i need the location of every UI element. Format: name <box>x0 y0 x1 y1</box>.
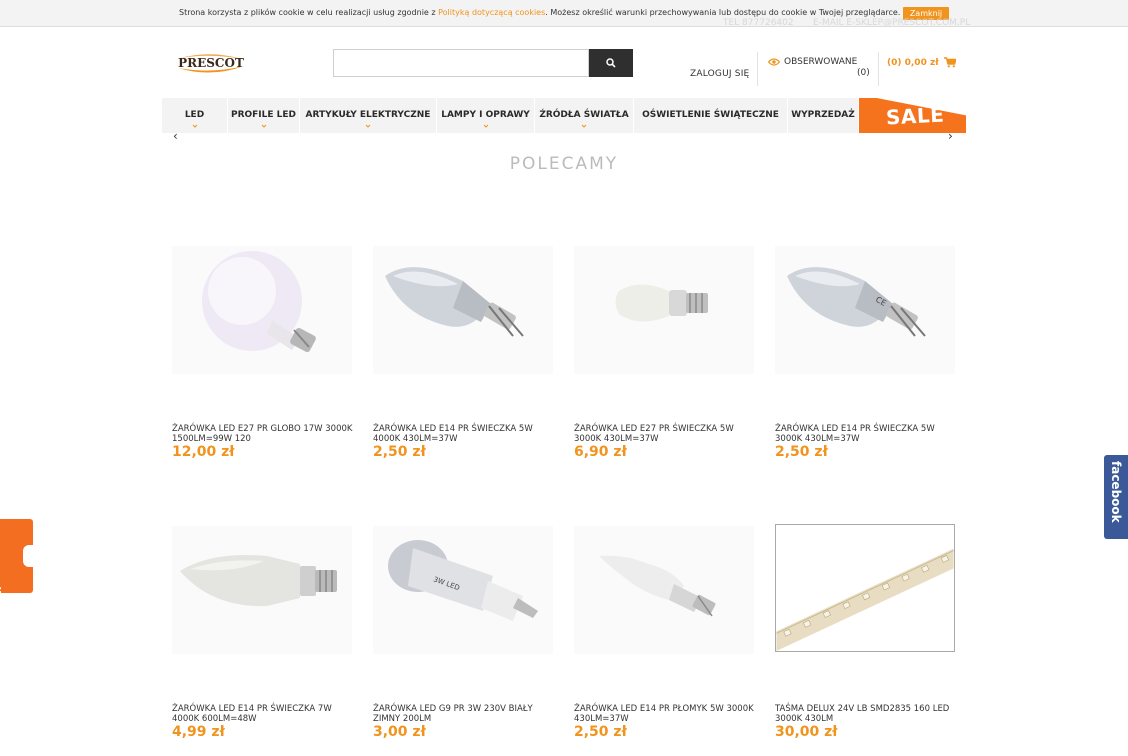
cart-link[interactable]: (0) 0,00 zł <box>887 57 956 68</box>
facebook-label: facebook <box>1109 461 1123 523</box>
chevron-down-icon <box>192 124 197 128</box>
product-card[interactable]: ŻARÓWKA LED E14 PR PŁOMYK 5W 3000K 430lm… <box>574 526 759 740</box>
nav-item-oswietlenie-swiateczne[interactable]: OŚWIETLENIE ŚWIĄTECZNE <box>634 98 788 133</box>
sale-banner[interactable]: SALE <box>859 98 966 133</box>
nav-item-artykuly-elektryczne[interactable]: ARTYKUŁY ELEKTRYCZNE <box>300 98 437 133</box>
product-card[interactable]: ŻARÓWKA LED E27 PR ŚWIECZKA 5W 3000K 430… <box>574 246 759 460</box>
product-card[interactable]: ŻARÓWKA LED E27 PR GLOBO 17W 3000K 1500l… <box>172 246 357 460</box>
product-name[interactable]: ŻARÓWKA LED E14 PR ŚWIECZKA 5W 4000K 430… <box>373 424 558 444</box>
facebook-tab[interactable]: facebook <box>1104 455 1128 539</box>
nav-label: OŚWIETLENIE ŚWIĄTECZNE <box>642 110 779 120</box>
product-card[interactable]: 3W LED ŻARÓWKA LED G9 PR 3W 230V BIAŁY Z… <box>373 526 558 740</box>
allegro-tab[interactable]: allegro <box>0 519 33 622</box>
allegro-label: allegro <box>0 579 3 623</box>
small-candle-bulb-image[interactable] <box>574 246 754 374</box>
nav-item-wyprzedaz[interactable]: WYPRZEDAŻ <box>788 98 859 133</box>
watched-link[interactable]: OBSERWOWANE <box>768 57 857 67</box>
product-name[interactable]: ŻARÓWKA LED E27 PR GLOBO 17W 3000K 1500l… <box>172 424 357 444</box>
cookie-text-end: . Możesz określić warunki przechowywania… <box>545 8 901 17</box>
cart-total: (0) 0,00 zł <box>887 57 939 68</box>
nav-label: WYPRZEDAŻ <box>791 110 855 120</box>
search-icon <box>606 58 616 68</box>
product-price: 12,00 zł <box>172 444 235 460</box>
main-nav: LED PROFILE LED ARTYKUŁY ELEKTRYCZNE LAM… <box>162 98 966 133</box>
nav-item-led[interactable]: LED <box>162 98 228 133</box>
cookie-policy-link[interactable]: Polityką dotyczącą cookies <box>438 8 545 17</box>
search-input[interactable] <box>333 49 589 77</box>
login-link[interactable]: ZALOGUJ SIĘ <box>690 69 749 79</box>
product-price: 4,99 zł <box>172 724 225 740</box>
watched-label: OBSERWOWANE <box>784 57 858 67</box>
carousel-next-arrow[interactable]: › <box>948 129 953 143</box>
carousel-prev-arrow[interactable]: ‹ <box>173 129 178 143</box>
g9-bulb-image[interactable]: 3W LED <box>373 526 553 654</box>
product-price: 30,00 zł <box>775 724 838 740</box>
nav-label: ŹRÓDŁA ŚWIATŁA <box>539 110 629 120</box>
header-divider <box>757 52 758 86</box>
candle-bulb-ce-image[interactable]: CE <box>775 246 955 374</box>
logo-text: PRESCOT <box>178 56 244 70</box>
product-name[interactable]: ŻARÓWKA LED E14 PR ŚWIECZKA 7W 4000K 600… <box>172 704 357 724</box>
led-strip-image[interactable] <box>775 524 955 652</box>
contact-phone: TEL 877726402 <box>723 18 794 28</box>
nav-item-lampy-i-oprawy[interactable]: LAMPY I OPRAWY <box>437 98 535 133</box>
candle-bulb-7w-image[interactable] <box>172 526 352 654</box>
allegro-dots-icon <box>23 545 33 567</box>
prescot-logo[interactable]: PRESCOT <box>176 52 246 76</box>
chevron-down-icon <box>365 124 371 128</box>
product-name[interactable]: ŻARÓWKA LED G9 PR 3W 230V BIAŁY ZIMNY 20… <box>373 704 558 724</box>
contact-email[interactable]: E-MAIL E-SKLEP@PRESCOT.COM.PL <box>813 18 970 28</box>
sale-label: SALE <box>885 102 945 130</box>
globe-bulb-image[interactable] <box>172 246 352 374</box>
product-name[interactable]: TAŚMA DELUX 24V LB SMD2835 160 LED 3000K… <box>775 704 960 724</box>
chevron-down-icon <box>581 124 587 128</box>
nav-item-zrodla-swiatla[interactable]: ŹRÓDŁA ŚWIATŁA <box>535 98 634 133</box>
section-title: POLECAMY <box>509 154 619 174</box>
header-divider <box>878 52 879 86</box>
cart-icon <box>943 57 956 68</box>
cookie-notice: Strona korzysta z plików cookie w celu r… <box>179 8 900 17</box>
product-price: 6,90 zł <box>574 444 627 460</box>
eye-icon <box>768 58 780 66</box>
product-price: 3,00 zł <box>373 724 426 740</box>
cookie-text: Strona korzysta z plików cookie w celu r… <box>179 8 439 17</box>
chevron-down-icon <box>261 124 266 128</box>
product-name[interactable]: ŻARÓWKA LED E14 PR PŁOMYK 5W 3000K 430lm… <box>574 704 759 724</box>
product-price: 2,50 zł <box>775 444 828 460</box>
chevron-down-icon <box>483 124 488 128</box>
nav-item-profile-led[interactable]: PROFILE LED <box>228 98 300 133</box>
product-price: 2,50 zł <box>373 444 426 460</box>
nav-label: LAMPY I OPRAWY <box>441 110 530 120</box>
nav-label: LED <box>184 110 205 120</box>
product-card[interactable]: CE ŻARÓWKA LED E14 PR ŚWIECZKA 5W 3000K … <box>775 246 960 460</box>
flame-bulb-image[interactable] <box>574 526 754 654</box>
product-card[interactable]: TAŚMA DELUX 24V LB SMD2835 160 LED 3000K… <box>775 524 960 740</box>
product-card[interactable]: ŻARÓWKA LED E14 PR ŚWIECZKA 7W 4000K 600… <box>172 526 357 740</box>
product-name[interactable]: ŻARÓWKA LED E14 PR ŚWIECZKA 5W 3000K 430… <box>775 424 960 444</box>
nav-label: ARTYKUŁY ELEKTRYCZNE <box>305 110 431 120</box>
product-price: 2,50 zł <box>574 724 627 740</box>
candle-bulb-image[interactable] <box>373 246 553 374</box>
product-name[interactable]: ŻARÓWKA LED E27 PR ŚWIECZKA 5W 3000K 430… <box>574 424 759 444</box>
search-button[interactable] <box>589 49 633 77</box>
nav-label: PROFILE LED <box>230 110 297 120</box>
product-card[interactable]: ŻARÓWKA LED E14 PR ŚWIECZKA 5W 4000K 430… <box>373 246 558 460</box>
watched-count: (0) <box>857 68 870 78</box>
